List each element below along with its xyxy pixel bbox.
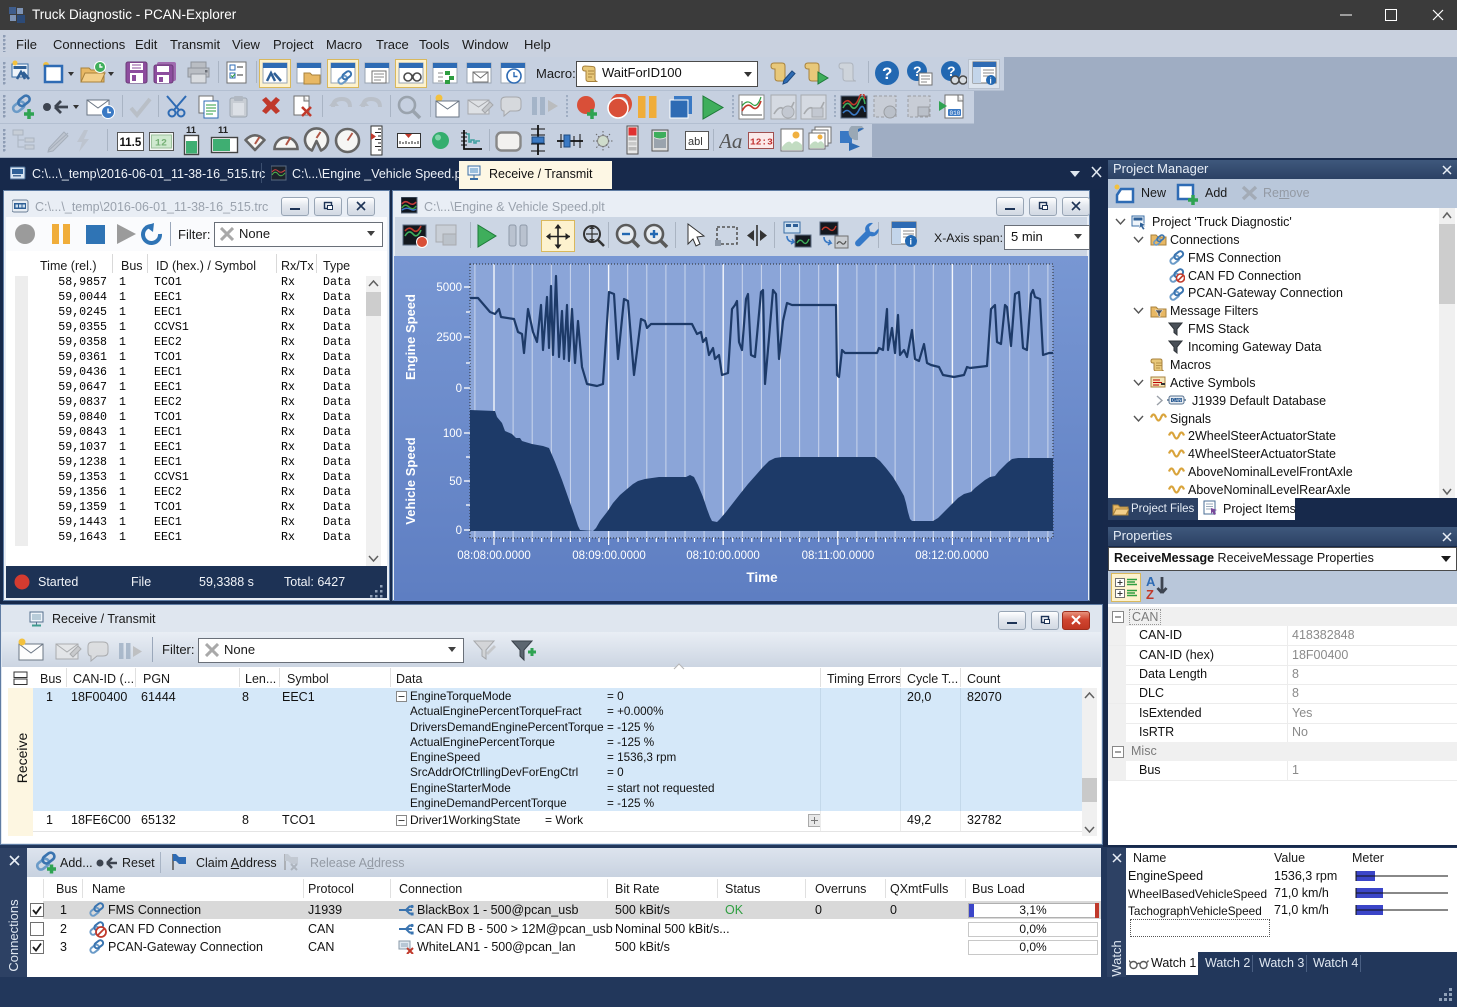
svg-text:Vehicle Speed: Vehicle Speed <box>403 437 418 524</box>
svg-text:5000: 5000 <box>436 282 462 294</box>
svg-text:abl: abl <box>688 136 703 148</box>
svg-text:08:08:00.0000: 08:08:00.0000 <box>457 550 531 562</box>
svg-text:08:12:00.0000: 08:12:00.0000 <box>915 550 989 562</box>
svg-text:?: ? <box>882 64 892 83</box>
svg-text:11: 11 <box>186 125 197 136</box>
svg-text:11.5: 11.5 <box>120 137 142 149</box>
svg-text:12: 12 <box>155 139 167 150</box>
svg-text:100: 100 <box>443 428 462 440</box>
svg-text:12:37: 12:37 <box>750 137 774 148</box>
svg-text:50: 50 <box>449 476 462 488</box>
svg-text:Time: Time <box>746 570 778 585</box>
svg-text:08:09:00.0000: 08:09:00.0000 <box>572 550 646 562</box>
svg-text:Engine Speed: Engine Speed <box>403 294 418 380</box>
svg-text:11: 11 <box>218 125 229 136</box>
svg-text:2500: 2500 <box>436 332 462 344</box>
svg-text:010: 010 <box>950 110 961 117</box>
svg-text:CAN: CAN <box>1172 398 1182 403</box>
svg-text:0: 0 <box>456 383 462 395</box>
svg-text:i: i <box>910 237 913 247</box>
svg-text:08:10:00.0000: 08:10:00.0000 <box>686 550 760 562</box>
svg-text:i: i <box>990 77 992 86</box>
svg-text:Z: Z <box>1146 587 1154 601</box>
svg-text:08:11:00.0000: 08:11:00.0000 <box>802 550 875 562</box>
svg-text:0: 0 <box>456 525 462 537</box>
svg-text:Aa: Aa <box>719 129 742 153</box>
